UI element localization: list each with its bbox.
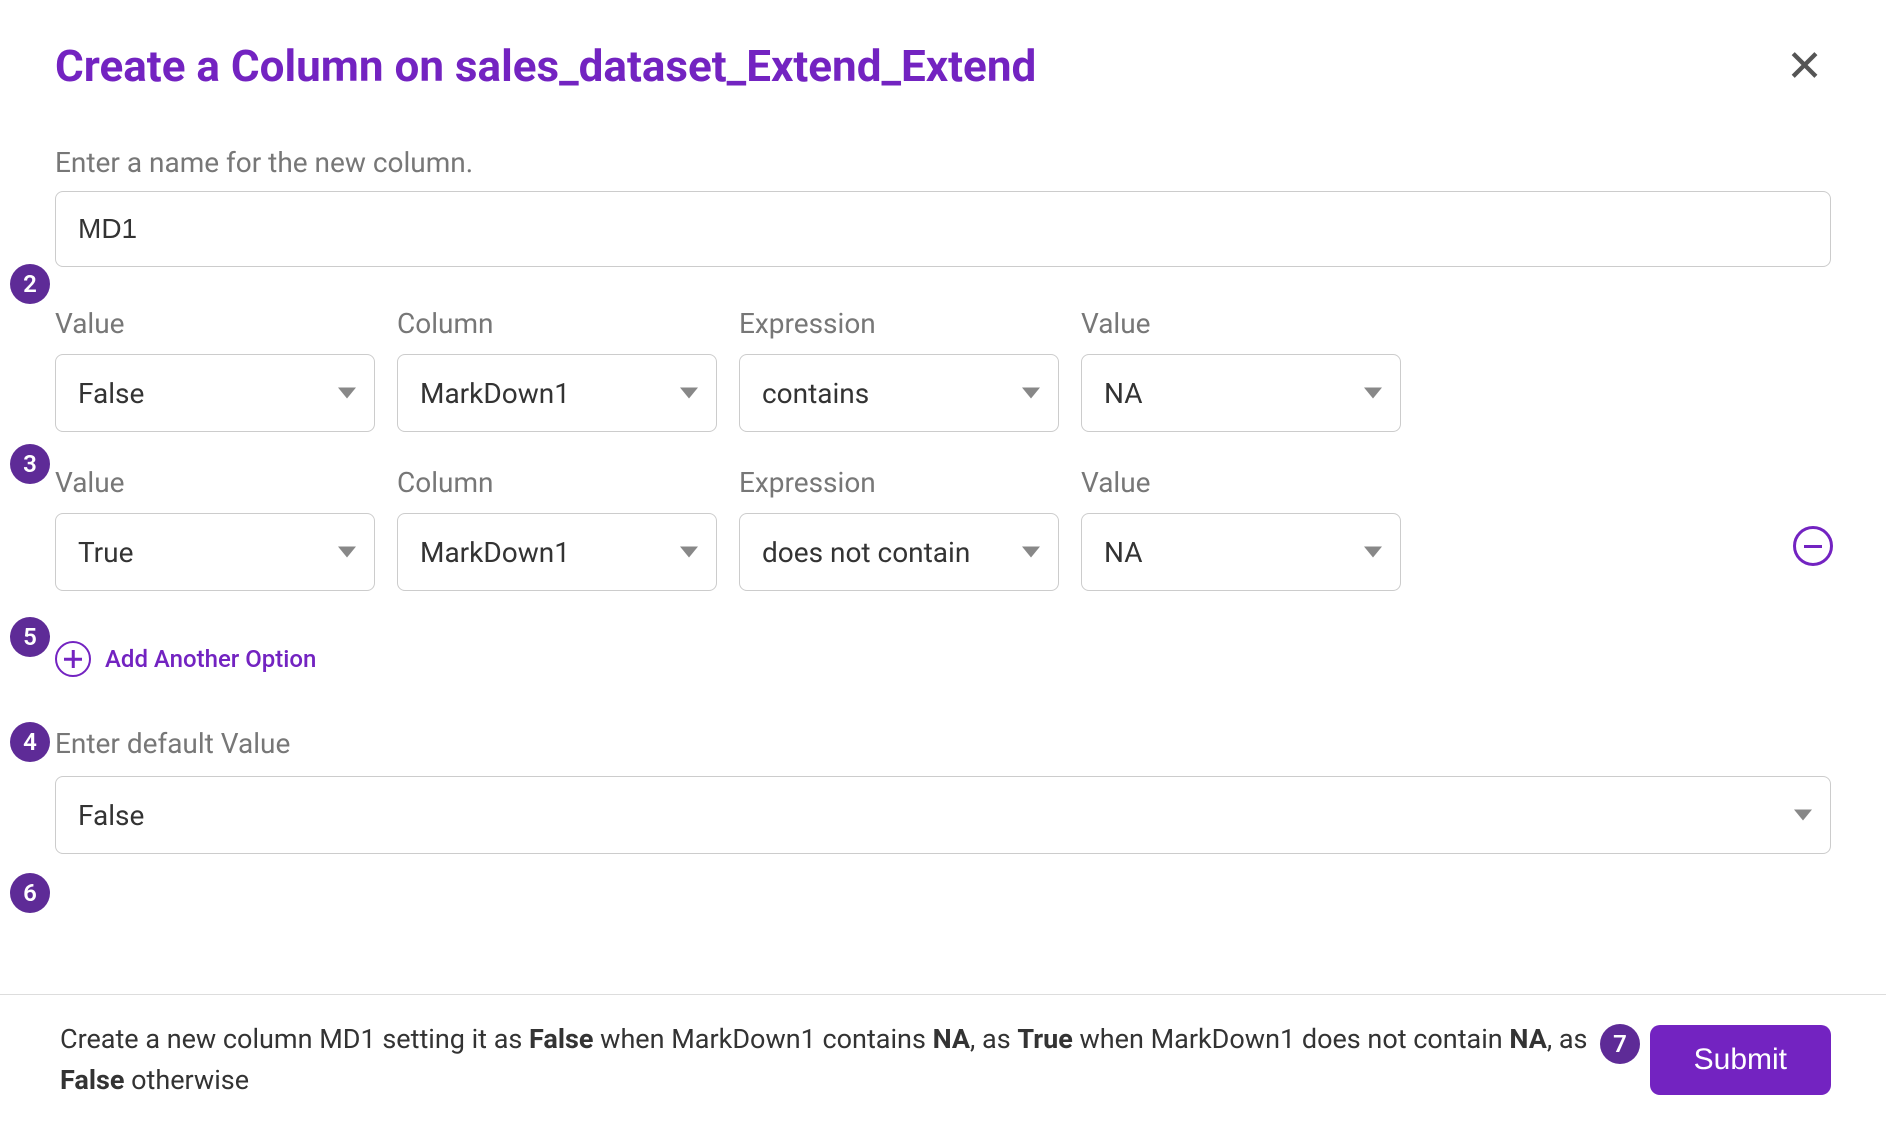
row2-expression-select[interactable]: does not contain	[739, 513, 1059, 591]
step-badge-5: 5	[10, 617, 50, 657]
chevron-down-icon	[1364, 547, 1382, 558]
label-value: Value	[55, 466, 375, 499]
label-value: Value	[55, 307, 375, 340]
row2-expression-text: does not contain	[762, 536, 970, 569]
chevron-down-icon	[338, 547, 356, 558]
default-value-select[interactable]: False	[55, 776, 1831, 854]
chevron-down-icon	[680, 547, 698, 558]
submit-button[interactable]: Submit	[1650, 1025, 1831, 1095]
row2-column-text: MarkDown1	[420, 536, 570, 569]
summary-text: Create a new column MD1 setting it as Fa…	[60, 1019, 1590, 1100]
row2-match-text: NA	[1104, 536, 1143, 569]
label-column: Column	[397, 307, 717, 340]
row1-value-text: False	[78, 377, 144, 410]
label-matchvalue: Value	[1081, 466, 1401, 499]
chevron-down-icon	[1022, 547, 1040, 558]
row1-match-select[interactable]: NA	[1081, 354, 1401, 432]
row2-match-select[interactable]: NA	[1081, 513, 1401, 591]
default-value-label: Enter default Value	[55, 727, 1831, 760]
plus-icon	[55, 641, 91, 677]
add-option-button[interactable]: Add Another Option	[55, 641, 1831, 677]
page-title: Create a Column on sales_dataset_Extend_…	[55, 40, 1036, 92]
chevron-down-icon	[1364, 388, 1382, 399]
step-badge-7: 7	[1600, 1024, 1640, 1064]
row2-value-select[interactable]: True	[55, 513, 375, 591]
default-value-text: False	[78, 799, 144, 832]
row1-column-text: MarkDown1	[420, 377, 570, 410]
chevron-down-icon	[1794, 810, 1812, 821]
row1-expression-select[interactable]: contains	[739, 354, 1059, 432]
step-badge-4: 4	[10, 722, 50, 762]
row1-column-select[interactable]: MarkDown1	[397, 354, 717, 432]
close-icon[interactable]: ✕	[1778, 44, 1831, 88]
label-expression: Expression	[739, 307, 1059, 340]
name-label: Enter a name for the new column.	[55, 146, 1831, 179]
label-expression: Expression	[739, 466, 1059, 499]
row1-match-text: NA	[1104, 377, 1143, 410]
remove-row-button[interactable]	[1793, 526, 1833, 566]
chevron-down-icon	[680, 388, 698, 399]
add-option-label: Add Another Option	[105, 645, 316, 673]
chevron-down-icon	[1022, 388, 1040, 399]
row2-column-select[interactable]: MarkDown1	[397, 513, 717, 591]
label-column: Column	[397, 466, 717, 499]
step-badge-3: 3	[10, 444, 50, 484]
row1-value-select[interactable]: False	[55, 354, 375, 432]
row2-value-text: True	[78, 536, 133, 569]
column-name-input[interactable]	[55, 191, 1831, 267]
row1-expression-text: contains	[762, 377, 869, 410]
label-matchvalue: Value	[1081, 307, 1401, 340]
step-badge-2: 2	[10, 264, 50, 304]
chevron-down-icon	[338, 388, 356, 399]
step-badge-6: 6	[10, 873, 50, 913]
